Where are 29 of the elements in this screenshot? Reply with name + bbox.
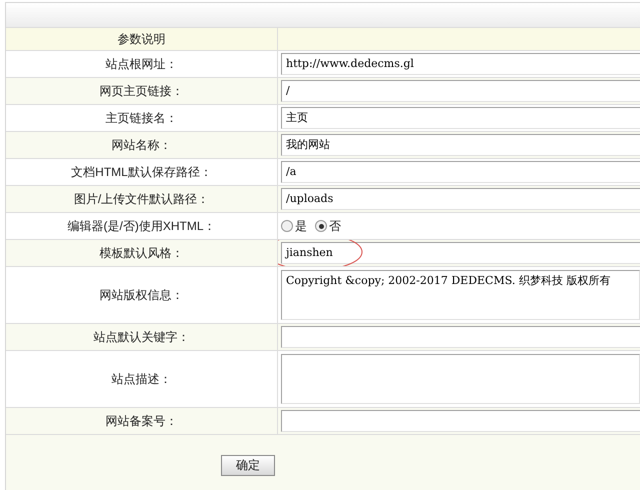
field-label: 网页主页链接： <box>100 83 184 100</box>
text-field[interactable]: jianshen <box>281 242 640 264</box>
field-label: 图片/上传文件默认路径： <box>74 191 210 208</box>
column-header: 参数说明 <box>118 31 166 48</box>
radio-label: 否 <box>329 218 341 235</box>
text-field[interactable] <box>281 410 640 432</box>
field-label: 编辑器(是/否)使用XHTML： <box>68 218 216 235</box>
radio-button[interactable] <box>315 220 327 232</box>
text-field[interactable]: /a <box>281 161 640 183</box>
field-label: 站点默认关键字： <box>94 329 190 346</box>
text-area[interactable]: Copyright &copy; 2002-2017 DEDECMS. 织梦科技 版权所有 <box>281 270 640 320</box>
radio-button[interactable] <box>281 220 293 232</box>
field-label: 主页链接名： <box>106 110 178 127</box>
text-area[interactable] <box>281 354 640 404</box>
text-field[interactable] <box>281 326 640 348</box>
field-label: 站点根网址： <box>106 56 178 73</box>
field-label: 网站版权信息： <box>100 287 184 304</box>
confirm-button[interactable]: 确定 <box>221 454 275 476</box>
field-label: 文档HTML默认保存路径： <box>71 164 212 181</box>
text-field[interactable]: 主页 <box>281 107 640 129</box>
field-label: 网站名称： <box>112 137 172 154</box>
text-field[interactable]: / <box>281 80 640 102</box>
text-field[interactable]: /uploads <box>281 188 640 210</box>
field-label: 模板默认风格： <box>100 245 184 262</box>
radio-label: 是 <box>295 218 307 235</box>
field-label: 网站备案号： <box>106 413 178 430</box>
field-label: 站点描述： <box>112 371 172 388</box>
text-field[interactable]: http://www.dedecms.gl <box>281 53 640 75</box>
text-field[interactable]: 我的网站 <box>281 134 640 156</box>
